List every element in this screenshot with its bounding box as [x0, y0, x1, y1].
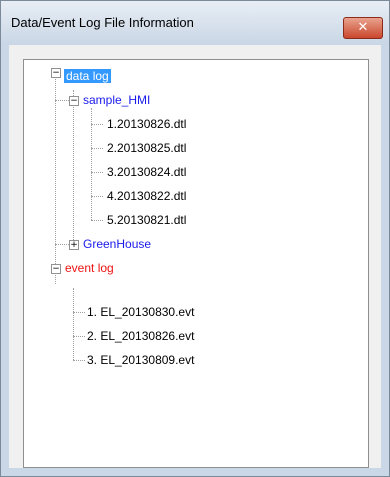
tree-node-greenhouse[interactable]: GreenHouse	[83, 236, 151, 252]
collapse-data-log-toggle[interactable]: −	[51, 68, 61, 78]
tree-line	[91, 172, 103, 173]
tree-node-dtl-file-4[interactable]: 4.20130822.dtl	[107, 188, 186, 204]
log-file-tree[interactable]: − data log − sample_HMI 1.20130826.dtl 2…	[23, 59, 369, 468]
tree-node-dtl-file-1[interactable]: 1.20130826.dtl	[107, 116, 186, 132]
tree-line	[73, 90, 74, 244]
event-log-label: event log	[65, 261, 114, 275]
tree-line	[55, 72, 56, 284]
collapse-sample-hmi-toggle[interactable]: −	[69, 96, 79, 106]
close-icon: ✕	[357, 20, 369, 35]
file-label: 1.20130826.dtl	[107, 117, 187, 131]
tree-line	[73, 288, 74, 360]
greenhouse-label: GreenHouse	[83, 237, 152, 251]
dialog-client-area: − data log − sample_HMI 1.20130826.dtl 2…	[9, 45, 381, 468]
tree-line	[73, 336, 85, 337]
tree-node-dtl-file-2[interactable]: 2.20130825.dtl	[107, 140, 186, 156]
file-label: 2.20130825.dtl	[107, 141, 187, 155]
minus-icon: −	[52, 264, 60, 274]
file-label: 1. EL_20130830.evt	[87, 305, 195, 319]
minus-icon: −	[52, 68, 60, 78]
title-bar[interactable]: Data/Event Log File Information ✕	[1, 1, 389, 45]
tree-line	[91, 124, 103, 125]
tree-node-evt-file-3[interactable]: 3. EL_20130809.evt	[87, 352, 194, 368]
close-button[interactable]: ✕	[343, 17, 383, 39]
file-label: 3.20130824.dtl	[107, 165, 187, 179]
tree-node-evt-file-2[interactable]: 2. EL_20130826.evt	[87, 328, 194, 344]
tree-line	[73, 312, 85, 313]
file-label: 5.20130821.dtl	[107, 213, 187, 227]
expand-greenhouse-toggle[interactable]: +	[69, 240, 79, 250]
tree-node-data-log[interactable]: data log	[64, 68, 111, 84]
tree-node-dtl-file-3[interactable]: 3.20130824.dtl	[107, 164, 186, 180]
tree-line	[73, 360, 85, 361]
tree-line	[91, 196, 103, 197]
sample-hmi-label: sample_HMI	[83, 93, 151, 107]
data-log-label: data log	[64, 69, 111, 83]
file-label: 3. EL_20130809.evt	[87, 353, 195, 367]
tree-node-event-log[interactable]: event log	[65, 260, 114, 276]
window-title: Data/Event Log File Information	[11, 15, 194, 30]
tree-node-sample-hmi[interactable]: sample_HMI	[83, 92, 150, 108]
tree-node-evt-file-1[interactable]: 1. EL_20130830.evt	[87, 304, 194, 320]
plus-icon: +	[70, 240, 78, 250]
tree-node-dtl-file-5[interactable]: 5.20130821.dtl	[107, 212, 186, 228]
dialog-window: Data/Event Log File Information ✕ − data…	[0, 0, 390, 477]
collapse-event-log-toggle[interactable]: −	[51, 264, 61, 274]
tree-line	[91, 220, 103, 221]
tree-line	[91, 148, 103, 149]
file-label: 2. EL_20130826.evt	[87, 329, 195, 343]
minus-icon: −	[70, 96, 78, 106]
file-label: 4.20130822.dtl	[107, 189, 187, 203]
